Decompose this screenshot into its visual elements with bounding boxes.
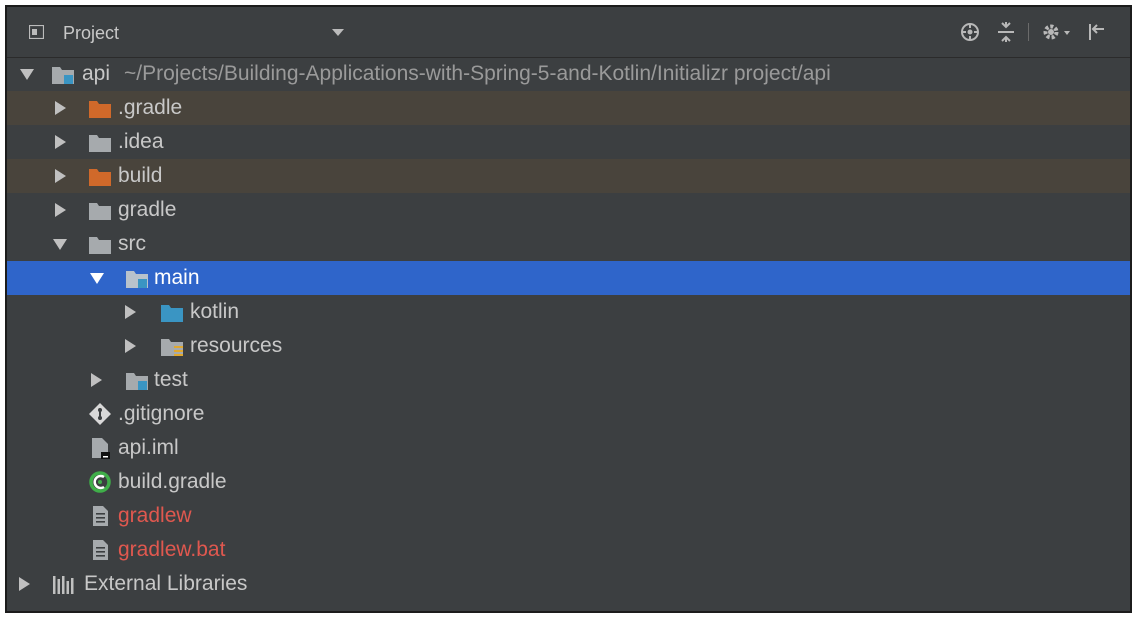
project-tool-window: Project api ~/Projects/Building-Applicat… xyxy=(5,5,1132,613)
tree-row-test[interactable]: test xyxy=(7,363,1130,397)
tree-row-kotlin[interactable]: kotlin xyxy=(7,295,1130,329)
tree-item-label: gradlew xyxy=(118,504,192,527)
locate-icon[interactable] xyxy=(958,21,982,43)
expand-arrow-icon[interactable] xyxy=(55,169,66,183)
settings-icon[interactable] xyxy=(1040,21,1074,43)
module-folder-icon xyxy=(52,67,74,84)
project-view-icon xyxy=(29,25,44,39)
tool-window-header: Project xyxy=(7,7,1130,58)
expand-arrow-icon[interactable] xyxy=(90,273,104,284)
folder-icon xyxy=(89,237,111,254)
source-folder-icon xyxy=(161,305,183,322)
folder-icon xyxy=(89,135,111,152)
text-file-icon xyxy=(93,506,108,526)
tree-item-label: gradle xyxy=(118,198,177,221)
tree-row-gradlew[interactable]: gradlew xyxy=(7,499,1130,533)
tree-item-label: External Libraries xyxy=(84,572,248,595)
tree-item-label: .idea xyxy=(118,130,164,153)
resources-folder-icon xyxy=(161,339,183,356)
root-module-name: api xyxy=(82,62,111,85)
folder-icon xyxy=(89,203,111,220)
tree-row-gradlew-bat[interactable]: gradlew.bat xyxy=(7,533,1130,567)
expand-arrow-icon[interactable] xyxy=(53,239,67,250)
expand-arrow-icon[interactable] xyxy=(55,101,66,115)
tree-item-label: kotlin xyxy=(190,300,240,323)
tree-item-label: main xyxy=(154,266,200,289)
tree-item-label: resources xyxy=(190,334,283,357)
tree-row-api-iml[interactable]: api.iml xyxy=(7,431,1130,465)
git-file-icon xyxy=(89,403,111,425)
gradle-file-icon xyxy=(89,471,111,493)
tree-row-src[interactable]: src xyxy=(7,227,1130,261)
tree-row-resources[interactable]: resources xyxy=(7,329,1130,363)
tree-row-api[interactable]: api ~/Projects/Building-Applications-with… xyxy=(7,57,1130,91)
source-root-folder-icon xyxy=(126,271,148,288)
tree-row-build[interactable]: build xyxy=(7,159,1130,193)
tree-row-gradle[interactable]: gradle xyxy=(7,193,1130,227)
text-file-icon xyxy=(93,540,108,560)
module-folder-icon xyxy=(126,373,148,390)
tree-item-label: gradlew.bat xyxy=(118,538,226,561)
tree-item-label: src xyxy=(118,232,146,255)
tree-item-label: build xyxy=(118,164,163,187)
excluded-folder-icon xyxy=(89,101,111,118)
tree-item-label: .gradle xyxy=(118,96,183,119)
hide-panel-icon[interactable] xyxy=(1084,21,1108,43)
expand-arrow-icon[interactable] xyxy=(125,305,136,319)
expand-arrow-icon[interactable] xyxy=(55,203,66,217)
tree-row-gradle-cache[interactable]: .gradle xyxy=(7,91,1130,125)
expand-arrow-icon[interactable] xyxy=(125,339,136,353)
root-module-path: ~/Projects/Building-Applications-with-Sp… xyxy=(124,62,831,85)
tree-row-external-libraries[interactable]: External Libraries xyxy=(7,567,1130,601)
toolbar-separator xyxy=(1028,23,1029,41)
tree-item-label: build.gradle xyxy=(118,470,227,493)
libraries-icon xyxy=(53,576,74,594)
tree-item-label: api.iml xyxy=(118,436,179,459)
excluded-folder-icon xyxy=(89,169,111,186)
expand-arrow-icon[interactable] xyxy=(91,373,102,387)
expand-arrow-icon[interactable] xyxy=(55,135,66,149)
panel-title[interactable]: Project xyxy=(63,23,119,44)
tree-item-label: .gitignore xyxy=(118,402,205,425)
tree-row-main[interactable]: main xyxy=(7,261,1130,295)
tree-row-gitignore[interactable]: .gitignore xyxy=(7,397,1130,431)
tree-item-label: test xyxy=(154,368,188,391)
expand-arrow-icon[interactable] xyxy=(20,69,34,80)
module-file-icon xyxy=(92,438,110,459)
header-toolbar xyxy=(958,21,1118,43)
collapse-all-icon[interactable] xyxy=(994,21,1018,43)
view-mode-dropdown-icon[interactable] xyxy=(332,29,344,36)
expand-arrow-icon[interactable] xyxy=(19,577,30,591)
tree-row-idea[interactable]: .idea xyxy=(7,125,1130,159)
tree-row-build-gradle[interactable]: build.gradle xyxy=(7,465,1130,499)
